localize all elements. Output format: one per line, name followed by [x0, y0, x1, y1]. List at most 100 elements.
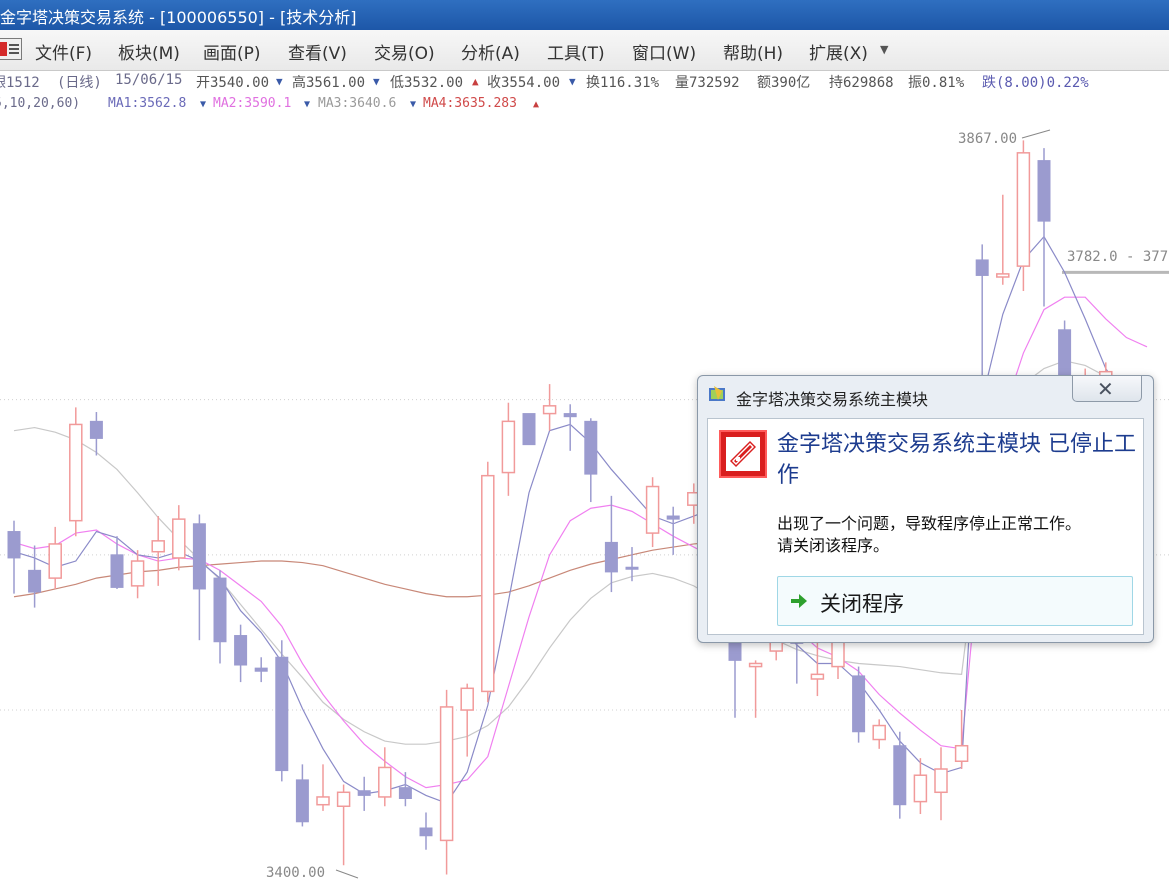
date-label: 15/06/15 — [115, 72, 183, 88]
candle-body-down — [275, 656, 289, 772]
candle-body-down — [893, 745, 907, 806]
candle-body-up — [913, 774, 928, 803]
ma1-value: MA1:3562.8 — [108, 96, 187, 111]
candle-body-up — [172, 518, 186, 559]
close-price: 收3554.00 — [487, 75, 561, 91]
candle-body-up — [934, 768, 948, 794]
volume: 量732592 — [675, 75, 740, 91]
candle-body-up — [460, 687, 474, 711]
menu-window[interactable]: 窗口(W) — [632, 39, 696, 64]
min-price-label: 3400.00 — [266, 865, 325, 881]
candle-body-down — [604, 541, 618, 573]
min-price-pointer — [335, 869, 359, 879]
candle-body-up — [542, 405, 557, 415]
menu-view[interactable]: 查看(V) — [288, 39, 347, 64]
amount: 额390亿 — [757, 75, 811, 91]
candle-body-down — [213, 577, 227, 643]
max-price-label: 3867.00 — [958, 131, 1017, 147]
dialog-message-line1: 出现了一个问题，导致程序停止正常工作。 — [777, 514, 1082, 533]
candle-body-up — [69, 423, 83, 522]
candle-body-down — [1037, 160, 1051, 222]
down-arrow-icon: ▼ — [200, 99, 207, 110]
app-menu-icon[interactable] — [0, 38, 22, 60]
candle-body-down — [563, 413, 577, 418]
menu-help[interactable]: 帮助(H) — [723, 39, 783, 64]
candle-body-down — [234, 635, 248, 666]
close-program-label: 关闭程序 — [820, 592, 904, 616]
chevron-down-icon[interactable]: ▼ — [880, 43, 888, 56]
menu-tools[interactable]: 工具(T) — [547, 39, 605, 64]
down-arrow-icon: ▼ — [410, 99, 417, 110]
candle-body-down — [584, 420, 598, 475]
candle-body-up — [378, 766, 392, 798]
down-arrow-icon: ▼ — [373, 75, 380, 88]
arrow-right-icon — [791, 594, 807, 608]
candle-body-up — [872, 724, 886, 741]
candle-body-down — [357, 790, 371, 796]
change-percent: 跌(8.00)0.22% — [982, 75, 1089, 91]
ma4-value: MA4:3635.283 — [423, 96, 517, 111]
candle-body-down — [852, 675, 866, 733]
low-price: 低3532.00 — [390, 75, 464, 91]
close-program-button[interactable]: 关闭程序 — [777, 576, 1133, 626]
candle-body-up — [645, 485, 660, 534]
open-interest: 持629868 — [829, 75, 894, 91]
candle-body-down — [625, 566, 639, 570]
candle-body-up — [810, 673, 825, 680]
quote-info-line: 銀1512 (日线) 15/06/15 开3540.00▼ 高3561.00▼ … — [0, 72, 1169, 94]
down-arrow-icon: ▼ — [304, 99, 311, 110]
max-price-pointer — [1021, 129, 1051, 139]
menu-trade[interactable]: 交易(O) — [374, 39, 435, 64]
candle-body-up — [48, 543, 62, 579]
menu-screen[interactable]: 画面(P) — [203, 39, 261, 64]
candle-body-up — [501, 420, 516, 474]
ma3-value: MA3:3640.6 — [318, 96, 397, 111]
open-price: 开3540.00 — [196, 75, 270, 91]
close-icon: ✕ — [1097, 377, 1114, 401]
dialog-title: 金字塔决策交易系统主模块 — [736, 390, 929, 409]
menu-analysis[interactable]: 分析(A) — [461, 39, 520, 64]
down-arrow-icon: ▼ — [276, 75, 283, 88]
error-dialog: 金字塔决策交易系统主模块 ✕ 金字塔决策交易系统主模块 已停止工作 出现了一个问… — [697, 375, 1154, 643]
candle-body-up — [151, 540, 165, 553]
menu-extend[interactable]: 扩展(X) — [809, 39, 868, 64]
candle-body-up — [996, 273, 1010, 278]
candle-body-up — [748, 662, 763, 668]
candle-body-down — [254, 667, 268, 672]
candle-body-up — [481, 474, 495, 693]
up-arrow-icon: ▲ — [533, 99, 540, 110]
amplitude: 振0.81% — [908, 75, 965, 91]
candle-body-down — [7, 531, 21, 559]
window-title: 金字塔决策交易系统 - [100006550] - [技术分析] — [0, 8, 357, 27]
candle-body-up — [954, 744, 969, 763]
dialog-message-line2: 请关闭该程序。 — [777, 536, 890, 555]
up-arrow-icon: ▲ — [472, 75, 479, 88]
program-error-icon — [719, 430, 767, 478]
candle-body-down — [192, 523, 206, 590]
candle-body-down — [975, 259, 989, 276]
menu-sector[interactable]: 板块(M) — [118, 39, 180, 64]
menu-bar: 文件(F) 板块(M) 画面(P) 查看(V) 交易(O) 分析(A) 工具(T… — [0, 30, 1169, 71]
dialog-close-button[interactable]: ✕ — [1072, 375, 1142, 402]
candle-body-down — [295, 779, 309, 823]
ma2-value: MA2:3590.1 — [213, 96, 292, 111]
candle-body-down — [666, 515, 680, 520]
down-arrow-icon: ▼ — [569, 75, 576, 88]
window-titlebar[interactable]: 金字塔决策交易系统 - [100006550] - [技术分析] — [0, 0, 1169, 30]
symbol-label: 銀1512 — [0, 75, 40, 91]
dialog-heading: 金字塔决策交易系统主模块 已停止工作 — [777, 432, 1136, 488]
ma-params: 5,10,20,60) — [0, 96, 81, 111]
candle-body-down — [89, 420, 103, 439]
candle-body-down — [110, 554, 124, 588]
turnover-rate: 换116.31% — [586, 75, 660, 91]
candle-body-up — [439, 706, 454, 842]
period-label: (日线) — [57, 75, 102, 91]
resistance-label: 3782.0 - 377 — [1067, 249, 1168, 265]
candle-body-up — [1016, 152, 1031, 267]
candle-body-down — [419, 827, 433, 837]
menu-file[interactable]: 文件(F) — [35, 39, 92, 64]
app-window-icon — [709, 386, 725, 401]
candle-body-down — [28, 569, 42, 593]
ma-legend: 5,10,20,60) MA1:3562.8 ▼ MA2:3590.1 ▼ MA3:… — [0, 96, 1169, 116]
dialog-message: 出现了一个问题，导致程序停止正常工作。 请关闭该程序。 — [777, 513, 1137, 557]
